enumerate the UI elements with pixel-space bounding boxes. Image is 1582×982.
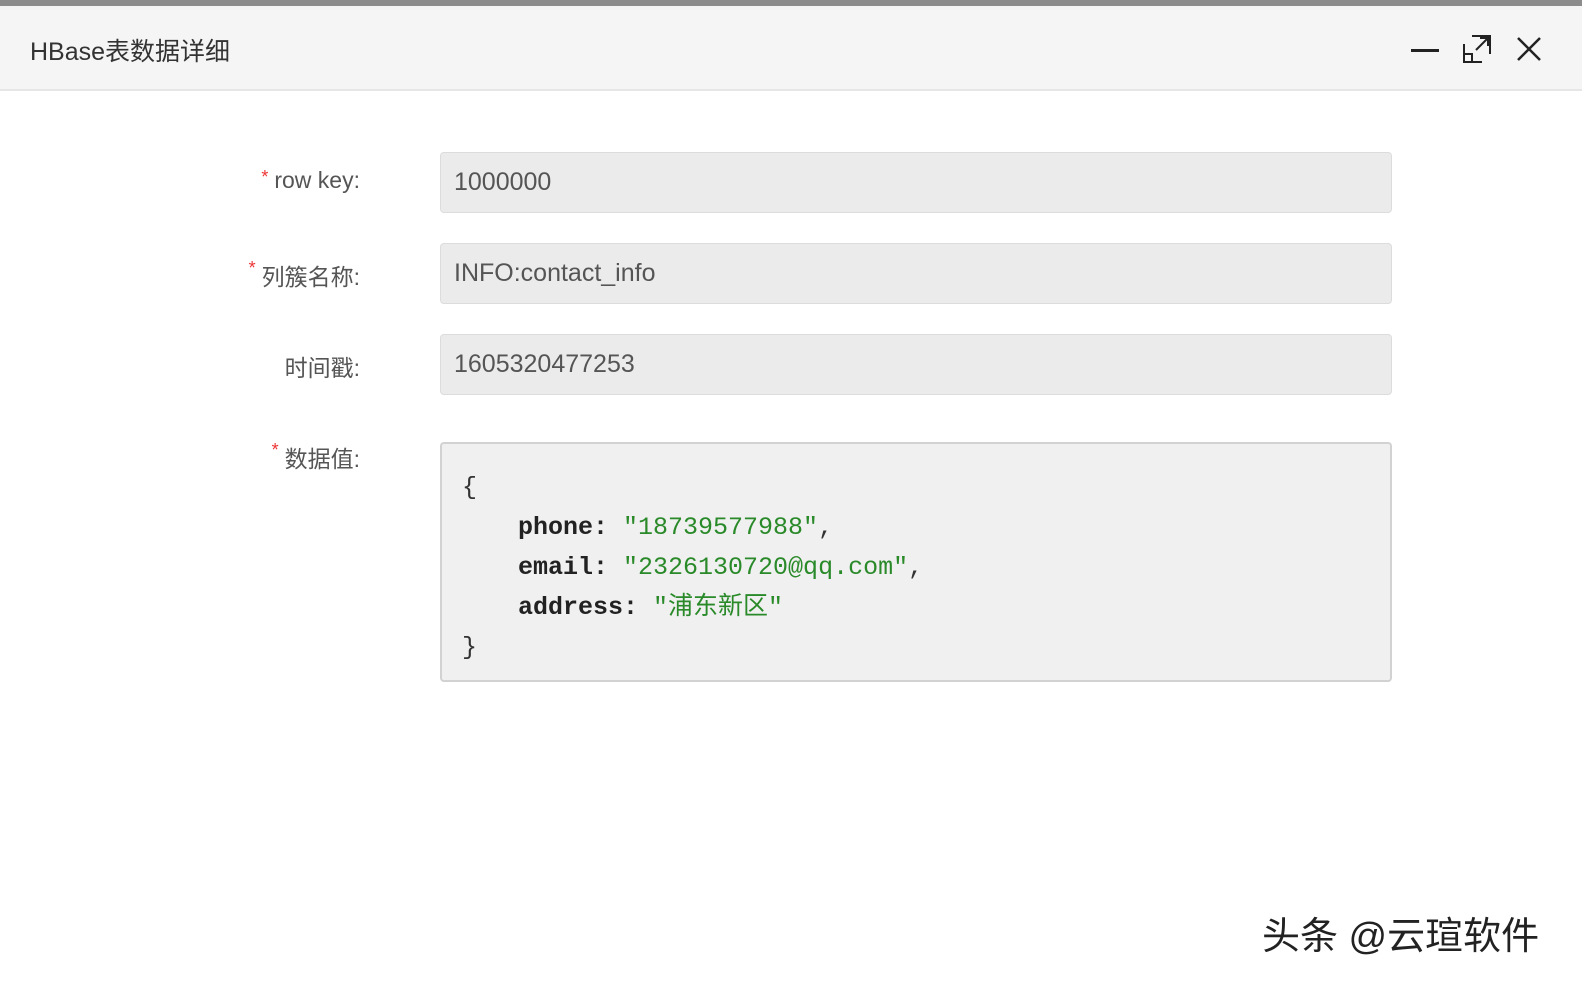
json-close-brace: } <box>462 633 478 662</box>
dialog-header: HBase表数据详细 <box>0 6 1582 91</box>
timestamp-label: 时间戳: <box>284 355 360 381</box>
row-key-label: * row key: <box>261 167 360 193</box>
json-field-email: email: "2326130720@qq.com", <box>518 553 924 582</box>
close-button[interactable] <box>1512 32 1546 66</box>
json-field-phone: phone: "18739577988", <box>518 513 834 542</box>
row-key-input[interactable]: 1000000 <box>440 152 1392 213</box>
maximize-button[interactable] <box>1460 32 1494 66</box>
data-value-label: * 数据值: <box>271 440 360 472</box>
minimize-button[interactable] <box>1408 32 1442 66</box>
json-field-address: address: "浦东新区" <box>518 593 784 622</box>
column-family-label: * 列簇名称: <box>248 258 360 290</box>
dialog-title: HBase表数据详细 <box>30 38 231 66</box>
close-icon <box>1517 37 1541 61</box>
timestamp-input[interactable]: 1605320477253 <box>440 334 1392 395</box>
data-value-textarea[interactable]: { phone: "18739577988", email: "23261307… <box>440 442 1392 682</box>
minimize-icon <box>1411 49 1439 52</box>
column-family-input[interactable]: INFO:contact_info <box>440 243 1392 304</box>
maximize-icon <box>1463 35 1491 63</box>
json-open-brace: { <box>462 473 478 502</box>
watermark: 头条 @云瑄软件 <box>1262 916 1540 958</box>
